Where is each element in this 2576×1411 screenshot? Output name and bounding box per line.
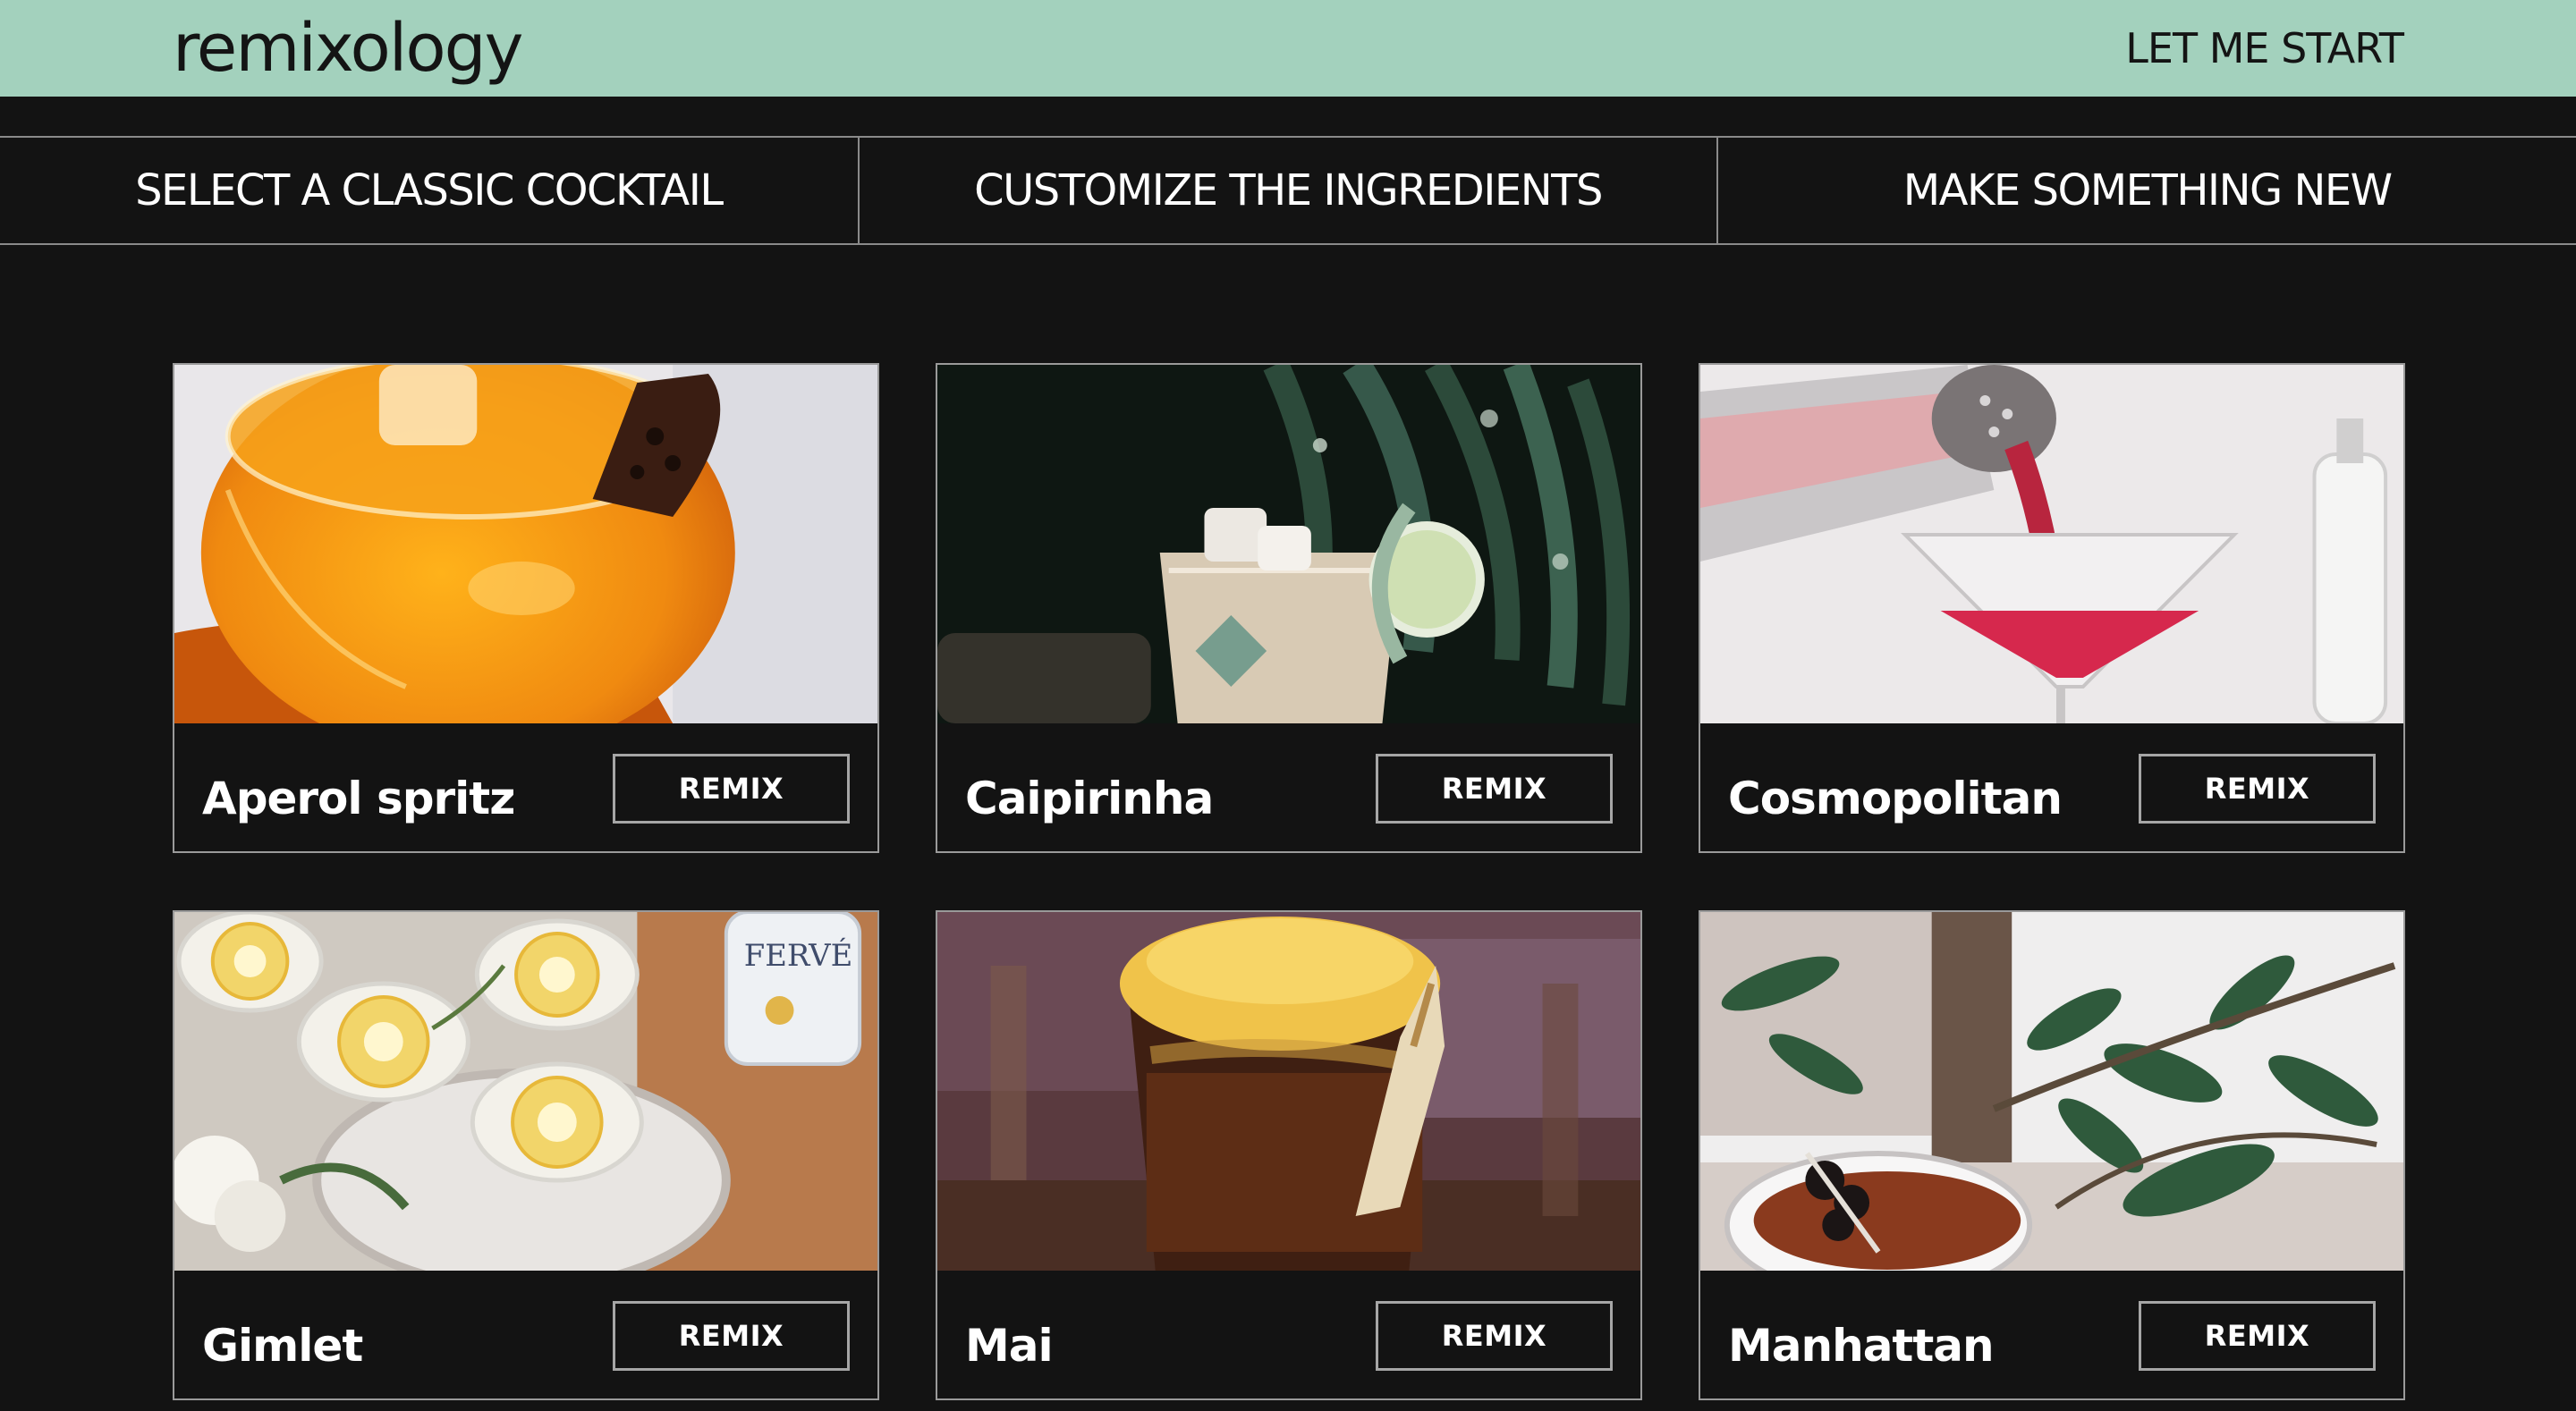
remix-button-aperol-spritz[interactable]: REMIX — [613, 754, 850, 824]
remix-button-mai[interactable]: REMIX — [1376, 1301, 1613, 1371]
cocktail-grid: Aperol spritz REMIX Caipirinha REMIX Cos… — [173, 363, 2405, 1400]
cocktail-card-manhattan: Manhattan REMIX — [1699, 910, 2405, 1400]
remix-button-gimlet[interactable]: REMIX — [613, 1301, 850, 1371]
cocktail-name: Aperol spritz — [202, 773, 515, 824]
steps-nav: SELECT A CLASSIC COCKTAIL CUSTOMIZE THE … — [0, 136, 2576, 245]
remix-button-cosmopolitan[interactable]: REMIX — [2139, 754, 2376, 824]
cocktail-name: Caipirinha — [965, 773, 1214, 824]
let-me-start-link[interactable]: LET ME START — [2125, 21, 2404, 75]
aperol-spritz-photo[interactable] — [174, 365, 877, 723]
cocktail-card-caipirinha: Caipirinha REMIX — [936, 363, 1642, 853]
manhattan-photo[interactable] — [1700, 912, 2403, 1271]
step-select-classic[interactable]: SELECT A CLASSIC COCKTAIL — [0, 138, 858, 243]
svg-text:FERVÉ: FERVÉ — [744, 937, 853, 973]
step-customize-ingredients[interactable]: CUSTOMIZE THE INGREDIENTS — [857, 138, 1717, 243]
remix-button-caipirinha[interactable]: REMIX — [1376, 754, 1613, 824]
top-header: remixology LET ME START — [0, 0, 2576, 97]
site-logo[interactable]: remixology — [173, 5, 523, 91]
caipirinha-photo[interactable] — [937, 365, 1640, 723]
cocktail-name: Mai — [965, 1320, 1054, 1372]
cocktail-name: Gimlet — [202, 1320, 363, 1372]
cocktail-card-aperol-spritz: Aperol spritz REMIX — [173, 363, 879, 853]
cocktail-name: Manhattan — [1728, 1320, 1995, 1372]
cocktail-card-mai: Mai REMIX — [936, 910, 1642, 1400]
cocktail-name: Cosmopolitan — [1728, 773, 2063, 824]
cosmopolitan-photo[interactable] — [1700, 365, 2403, 723]
cocktail-card-cosmopolitan: Cosmopolitan REMIX — [1699, 363, 2405, 853]
mai-tai-photo[interactable] — [937, 912, 1640, 1271]
step-make-something-new[interactable]: MAKE SOMETHING NEW — [1716, 138, 2576, 243]
remix-button-manhattan[interactable]: REMIX — [2139, 1301, 2376, 1371]
gimlet-photo[interactable]: FERVÉ — [174, 912, 877, 1271]
cocktail-card-gimlet: FERVÉ Gimlet REMIX — [173, 910, 879, 1400]
